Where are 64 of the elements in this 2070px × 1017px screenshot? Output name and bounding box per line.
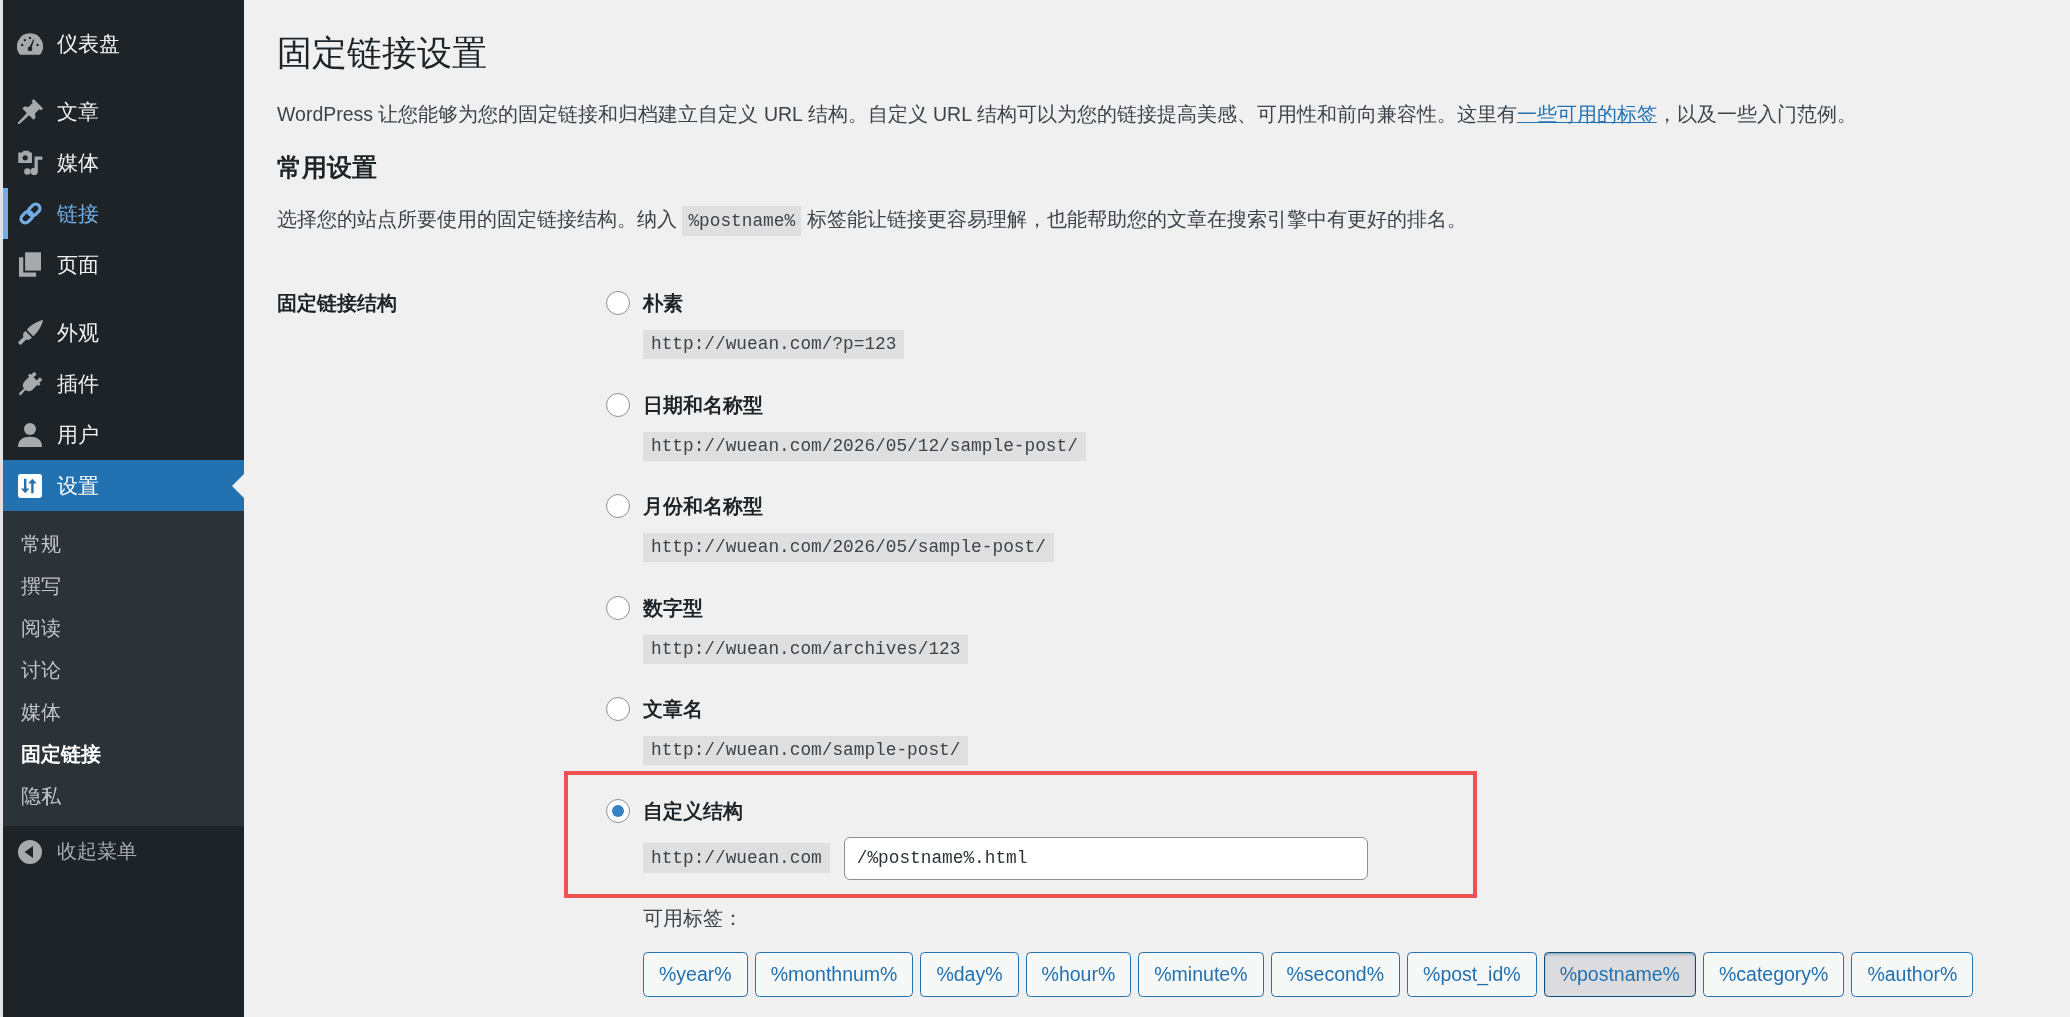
- current-page-pointer-icon: [232, 473, 244, 498]
- menu-item[interactable]: 仪表盘: [3, 18, 244, 69]
- tag-button[interactable]: %monthnum%: [754, 951, 914, 997]
- submenu-item[interactable]: 阅读: [3, 607, 244, 649]
- chain-link-icon: [16, 200, 44, 227]
- section-title: 常用设置: [277, 152, 377, 183]
- submenu-item[interactable]: 固定链接: [3, 733, 244, 775]
- tag-button[interactable]: %minute%: [1138, 951, 1264, 997]
- camera-and-note-icon: [17, 149, 43, 176]
- available-tags-link[interactable]: 一些可用的标签: [1516, 103, 1657, 125]
- up-down-arrows-icon: [18, 473, 42, 498]
- submenu-item[interactable]: 常规: [3, 523, 244, 565]
- structure-input[interactable]: /%postname%.html: [843, 836, 1368, 880]
- url-example: http://wuean.com/2026/05/sample-post/: [643, 533, 1054, 562]
- menu-item[interactable]: 设置: [3, 460, 244, 511]
- pushpin-icon: [17, 99, 43, 124]
- submenu-item[interactable]: 隐私: [3, 775, 244, 817]
- menu-item[interactable]: 页面: [3, 239, 244, 290]
- menu-item[interactable]: 外观: [3, 307, 244, 358]
- tag-button[interactable]: %post_id%: [1407, 951, 1537, 997]
- option-label: 日期和名称型: [643, 392, 763, 418]
- page-title: 固定链接设置: [277, 33, 487, 74]
- tag-button[interactable]: %hour%: [1025, 951, 1132, 997]
- radio-button[interactable]: [606, 494, 630, 518]
- tag-button[interactable]: %postname%: [1543, 951, 1696, 997]
- available-tags-label: 可用标签：: [643, 905, 743, 931]
- menu-item[interactable]: 媒体: [3, 137, 244, 188]
- person-icon: [18, 422, 42, 447]
- option-label: 朴素: [643, 291, 683, 316]
- url-example: http://wuean.com/?p=123: [643, 330, 905, 359]
- tag-button[interactable]: %day%: [920, 951, 1019, 997]
- url-prefix: http://wuean.com: [643, 843, 830, 873]
- tag-button[interactable]: %category%: [1702, 951, 1845, 997]
- submenu-item[interactable]: 讨论: [3, 649, 244, 691]
- pages-icon: [19, 252, 41, 277]
- gauge-icon: [17, 32, 43, 55]
- plug-icon: [17, 371, 43, 396]
- tag-button[interactable]: %author%: [1851, 951, 1974, 997]
- menu-item[interactable]: 文章: [3, 86, 244, 137]
- menu-item[interactable]: 插件: [3, 358, 244, 409]
- option-label: 月份和名称型: [643, 494, 763, 519]
- inline-code: %postname%: [682, 206, 802, 236]
- intro-text: WordPress 让您能够为您的固定链接和归档建立自定义 URL 结构。自定义 URL 结构可以为您的链接提高美感、可用性和前向兼容性。这里有一些可用的标签，以及一些入门范例。: [277, 102, 1857, 127]
- radio-button[interactable]: [606, 291, 630, 315]
- radio-button[interactable]: [606, 697, 630, 721]
- option-label: 自定义结构: [643, 798, 743, 824]
- option-label: 文章名: [643, 697, 703, 722]
- menu-item[interactable]: 链接: [3, 188, 244, 239]
- url-example: http://wuean.com/2026/05/12/sample-post/: [643, 431, 1086, 461]
- paintbrush-icon: [17, 319, 43, 346]
- option-label: 数字型: [643, 595, 703, 621]
- field-label: 固定链接结构: [277, 291, 397, 316]
- submenu-item[interactable]: 媒体: [3, 691, 244, 733]
- url-example: http://wuean.com/archives/123: [643, 634, 969, 664]
- tag-button[interactable]: %second%: [1270, 951, 1401, 997]
- radio-button[interactable]: [606, 392, 630, 417]
- menu-item[interactable]: 用户: [3, 409, 244, 460]
- radio-button[interactable]: [606, 798, 630, 823]
- submenu-item[interactable]: 撰写: [3, 565, 244, 607]
- radio-button[interactable]: [606, 595, 630, 620]
- collapse-menu-button[interactable]: 收起菜单: [3, 826, 244, 877]
- url-example: http://wuean.com/sample-post/: [643, 736, 969, 765]
- tag-button[interactable]: %year%: [643, 951, 748, 997]
- description-text: 选择您的站点所要使用的固定链接结构。纳入 %postname% 标签能让链接更容易理解，也能帮助您的文章在搜索引擎中有更好的排名。: [277, 205, 1467, 236]
